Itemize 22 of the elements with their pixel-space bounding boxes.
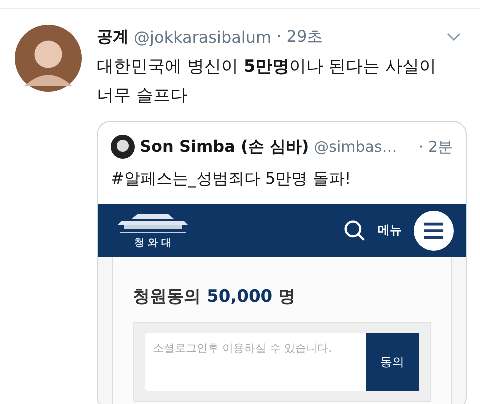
quoted-text: #알페스는_성범죄다 5만명 돌파! bbox=[111, 169, 352, 190]
tweet-time[interactable]: · 2분 bbox=[418, 138, 453, 156]
tweet-time[interactable]: · 29초 bbox=[276, 26, 324, 48]
search-icon[interactable] bbox=[344, 220, 366, 242]
menu-icon[interactable] bbox=[414, 210, 454, 250]
signature-count: 50,000 bbox=[207, 287, 273, 307]
avatar-icon bbox=[111, 135, 135, 159]
avatar-icon[interactable] bbox=[15, 25, 82, 92]
quoted-tweet[interactable]: Son Simba (손 심바) @simbas… · 2분 #알페스는_성범죄다 5만명 돌파! 청 와 대 메뉴 청원동의 50,000 명 소셜로그인후 이용하실 수 있습니다. 동의 bbox=[97, 121, 467, 404]
menu-label[interactable]: 메뉴 bbox=[378, 222, 402, 239]
user-handle[interactable]: @simbas… bbox=[314, 138, 398, 156]
petition-label: 청원동의 bbox=[133, 286, 201, 308]
chevron-down-icon[interactable] bbox=[447, 33, 461, 41]
tweet-text: 대한민국에 병신이 5만명이나 된다는 사실이 너무 슬프다 bbox=[97, 56, 438, 108]
display-name[interactable]: 공계 bbox=[97, 26, 129, 48]
building-icon bbox=[118, 212, 188, 234]
user-handle[interactable]: @jokkarasibalum bbox=[134, 28, 272, 46]
count-unit: 명 bbox=[278, 286, 296, 308]
display-name[interactable]: Son Simba (손 심바) bbox=[140, 136, 310, 158]
site-logo-text: 청 와 대 bbox=[134, 236, 172, 250]
agree-button[interactable]: 동의 bbox=[366, 333, 419, 391]
comment-field[interactable]: 소셜로그인후 이용하실 수 있습니다. bbox=[145, 333, 366, 391]
